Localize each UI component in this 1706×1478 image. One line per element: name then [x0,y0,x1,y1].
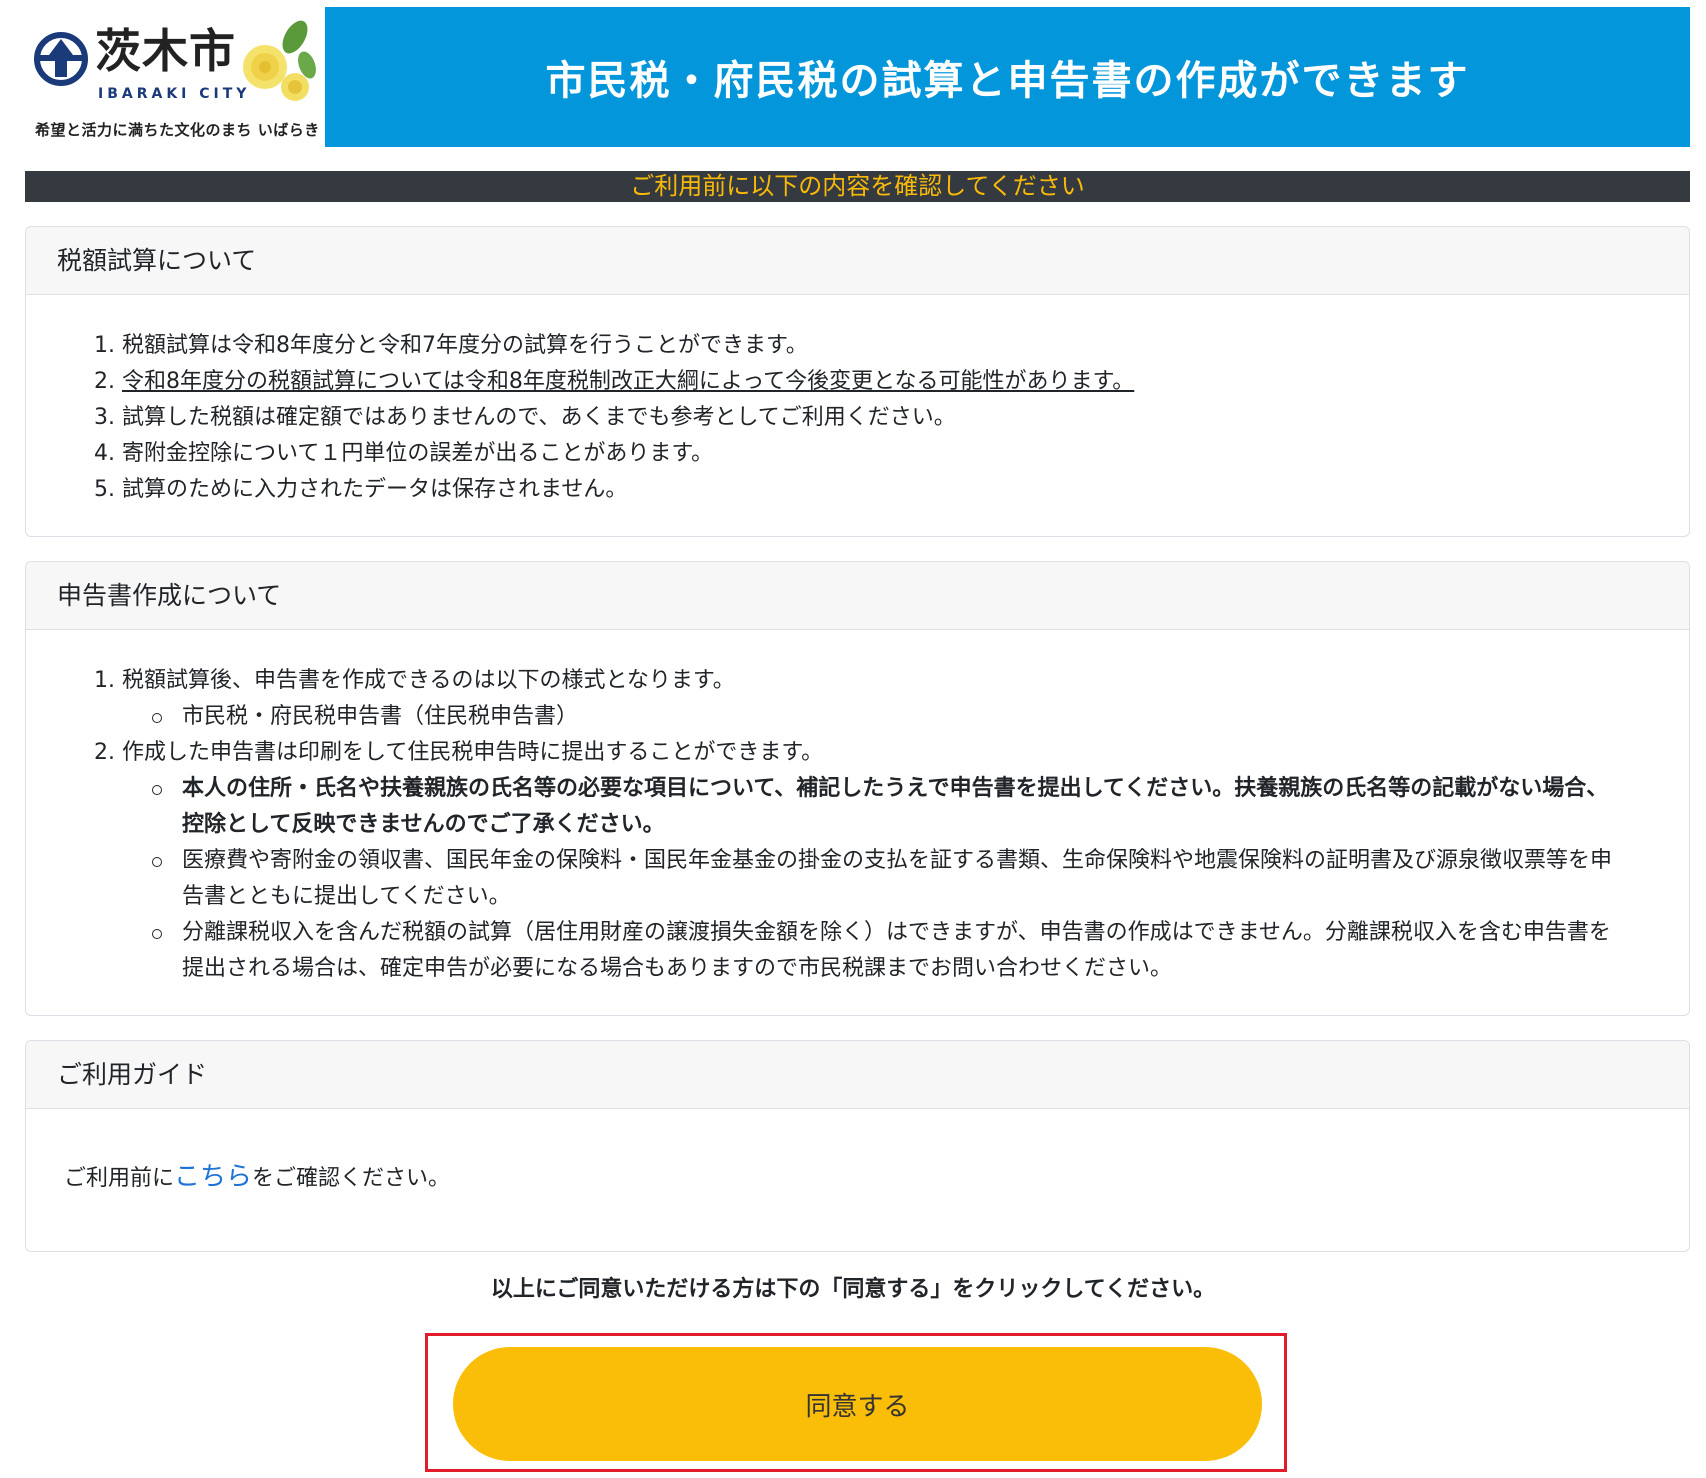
list-item: 試算のために入力されたデータは保存されません。 [122,477,628,502]
city-name: 茨木市 [95,24,236,78]
guide-link[interactable]: こちら [174,1162,252,1192]
tax-estimate-card: 税額試算について 税額試算は令和8年度分と令和7年度分の試算を行うことができます… [25,226,1690,537]
list-item: 税額試算は令和8年度分と令和7年度分の試算を行うことができます。 [122,333,808,358]
page-header: 茨木市 IBARAKI CITY 希望と活力に満ちた文化のまち いばらき 市民税… [25,7,1690,147]
list-item: 寄附金控除について１円単位の誤差が出ることがあります。 [122,441,714,466]
form-creation-card: 申告書作成について 税額試算後、申告書を作成できるのは以下の様式となります。 市… [25,561,1690,1016]
card-title: 税額試算について [26,227,1689,295]
city-logo[interactable]: 茨木市 IBARAKI CITY 希望と活力に満ちた文化のまち いばらき [25,7,325,147]
card-title: ご利用ガイド [26,1041,1689,1109]
list-item: 令和8年度分の税額試算については令和8年度税制改正大綱によって今後変更となる可能… [122,369,1135,394]
list-item-text: 税額試算後、申告書を作成できるのは以下の様式となります。 [122,668,735,693]
sub-list-item: 医療費や寄附金の領収書、国民年金の保険料・国民年金基金の掛金の支払を証する書類、… [122,843,1649,915]
guide-text-before: ご利用前に [64,1166,175,1191]
card-title: 申告書作成について [26,562,1689,630]
notice-banner: ご利用前に以下の内容を確認してください [25,171,1690,202]
page-title: 市民税・府民税の試算と申告書の作成ができます [325,7,1690,147]
city-emblem-icon [34,32,88,86]
usage-guide-card: ご利用ガイド ご利用前にこちらをご確認ください。 [25,1040,1690,1252]
form-notes-list: 税額試算後、申告書を作成できるのは以下の様式となります。 市民税・府民税申告書（… [66,663,1649,987]
guide-text-after: をご確認ください。 [252,1166,451,1191]
list-item-text: 作成した申告書は印刷をして住民税申告時に提出することができます。 [122,740,824,765]
rose-icon [243,20,316,101]
tax-notes-list: 税額試算は令和8年度分と令和7年度分の試算を行うことができます。 令和8年度分の… [66,328,1649,508]
sub-list: 市民税・府民税申告書（住民税申告書） [122,699,1649,735]
sub-list-item: 市民税・府民税申告書（住民税申告書） [122,699,1649,735]
sub-list-item: 本人の住所・氏名や扶養親族の氏名等の必要な項目について、補記したうえで申告書を提… [122,771,1649,843]
list-item: 税額試算後、申告書を作成できるのは以下の様式となります。 市民税・府民税申告書（… [66,663,1649,735]
sub-list: 本人の住所・氏名や扶養親族の氏名等の必要な項目について、補記したうえで申告書を提… [122,771,1649,987]
agree-button[interactable]: 同意する [453,1347,1262,1461]
agree-message: 以上にご同意いただける方は下の「同意する」をクリックしてください。 [490,1277,1216,1302]
guide-text: ご利用前にこちらをご確認ください。 [26,1109,1689,1197]
city-motto: 希望と活力に満ちた文化のまち いばらき [35,121,320,139]
list-item: 作成した申告書は印刷をして住民税申告時に提出することができます。 本人の住所・氏… [66,735,1649,987]
sub-list-item: 分離課税収入を含んだ税額の試算（居住用財産の譲渡損失金額を除く）はできますが、申… [122,915,1649,987]
list-item: 試算した税額は確定額ではありませんので、あくまでも参考としてご利用ください。 [122,405,956,430]
